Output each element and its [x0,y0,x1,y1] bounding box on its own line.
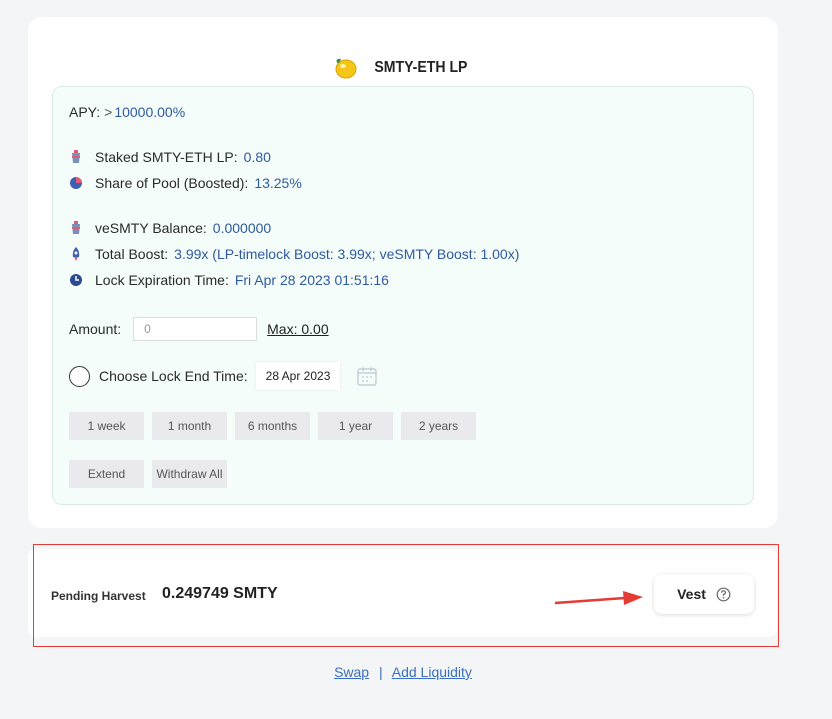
lock-end-label: Choose Lock End Time: [99,368,248,384]
pie-chart-icon [70,177,82,189]
duration-1-year-button[interactable]: 1 year [318,412,393,440]
lock-expiration-row: Lock Expiration Time: Fri Apr 28 2023 01… [69,272,389,288]
duration-1-month-button[interactable]: 1 month [152,412,227,440]
vesmty-label: veSMTY Balance: [95,220,207,236]
footer-links: Swap | Add Liquidity [0,664,806,680]
lemon-icon [335,58,357,79]
share-value: 13.25% [254,175,302,191]
calendar-icon[interactable] [356,365,378,387]
duration-6-months-button[interactable]: 6 months [235,412,310,440]
footer-separator: | [378,664,383,680]
pool-card: SMTY-ETH LP APY: > 10000.00% Staked SMTY… [28,17,778,528]
pool-title: SMTY-ETH LP [374,59,468,76]
boost-label: Total Boost: [95,246,169,262]
lock-end-row: Choose Lock End Time: 28 Apr 2023 [69,362,378,390]
amount-input[interactable]: 0 [133,317,258,341]
lock-expiration-value: Fri Apr 28 2023 01:51:16 [234,272,389,288]
pool-details-panel: APY: > 10000.00% Staked SMTY-ETH LP: 0.8… [52,86,754,505]
cup-icon [72,221,80,234]
amount-row: Amount: 0 Max: 0.00 [69,317,329,341]
boost-value: 3.99x (LP-timelock Boost: 3.99x; veSMTY … [174,246,520,262]
apy-prefix: > [104,104,113,120]
boost-row: Total Boost: 3.99x (LP-timelock Boost: 3… [69,246,519,262]
duration-2-years-button[interactable]: 2 years [401,412,476,440]
share-label: Share of Pool (Boosted): [95,175,249,191]
lock-end-radio[interactable] [69,365,90,387]
lock-end-date-field[interactable]: 28 Apr 2023 [255,362,341,390]
staked-label: Staked SMTY-ETH LP: [95,149,238,165]
apy-label: APY: [69,104,101,120]
apy-value: 10000.00% [114,104,186,120]
vesmty-row: veSMTY Balance: 0.000000 [69,220,271,236]
vesmty-value: 0.000000 [212,220,272,236]
apy-row: APY: > 10000.00% [69,104,185,120]
staked-row: Staked SMTY-ETH LP: 0.80 [69,149,271,165]
add-liquidity-link[interactable]: Add Liquidity [392,664,472,680]
cup-icon [72,150,80,163]
red-arrow-annotation [554,591,643,605]
swap-link[interactable]: Swap [334,664,369,680]
rocket-icon [72,247,80,261]
pool-header: SMTY-ETH LP [28,55,778,81]
highlight-box [33,544,779,647]
share-row: Share of Pool (Boosted): 13.25% [69,175,302,191]
lock-expiration-label: Lock Expiration Time: [95,272,229,288]
max-link[interactable]: Max: 0.00 [267,321,328,337]
staked-value: 0.80 [243,149,271,165]
duration-1-week-button[interactable]: 1 week [69,412,144,440]
extend-button[interactable]: Extend [69,460,144,488]
amount-label: Amount: [69,321,122,337]
clock-icon [70,274,82,286]
withdraw-all-button[interactable]: Withdraw All [152,460,227,488]
